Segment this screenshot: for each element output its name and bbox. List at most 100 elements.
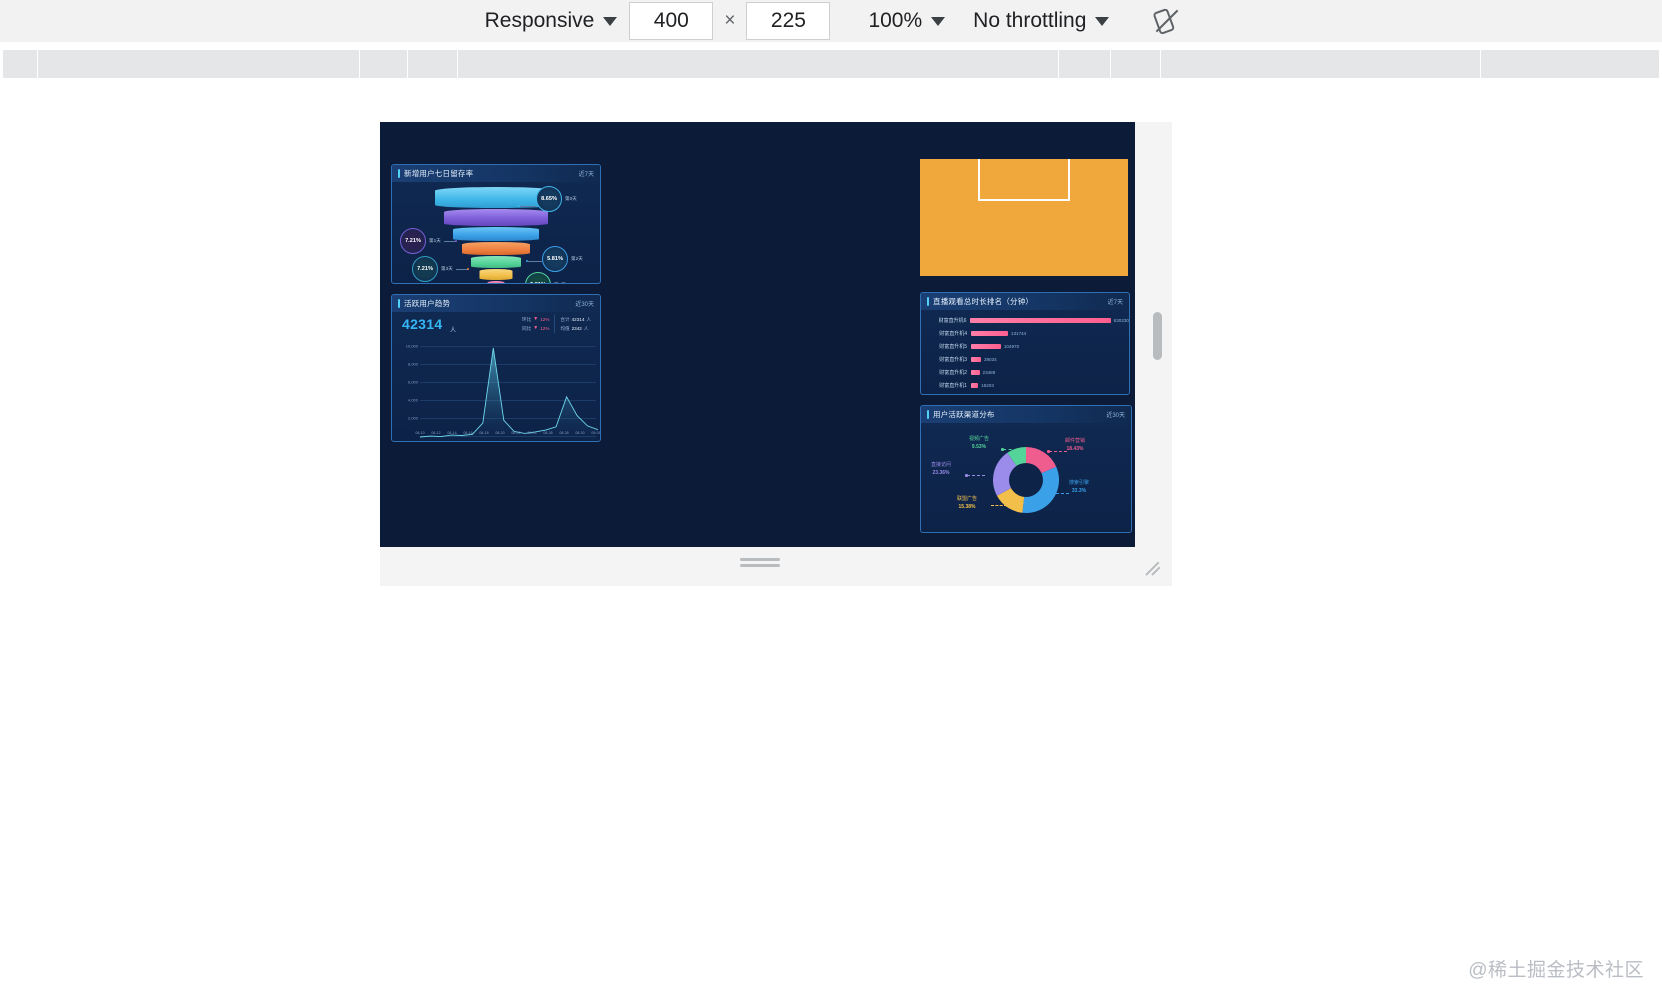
rank-row: 财富直升机1 18203 xyxy=(921,380,1129,391)
accent-bar-icon xyxy=(398,299,400,308)
throttling-select[interactable]: No throttling xyxy=(963,9,1119,33)
x-tick: 08-14 xyxy=(447,431,457,435)
ruler-tick xyxy=(1110,50,1111,78)
rank-row-bar xyxy=(971,357,981,362)
panel-new-user-retention: 新增用户七日留存率 近7天 8.65% 第0天 7.21% 第1天 5.81% … xyxy=(391,164,601,284)
viewport-height-value: 225 xyxy=(770,9,806,32)
funnel-badge: 8.65% xyxy=(536,186,562,212)
rotate-device-button[interactable] xyxy=(1147,3,1187,39)
ruler-edge xyxy=(0,50,3,78)
panel-title: 直播观看总时长排名（分钟） xyxy=(933,296,1034,306)
funnel-chart: 8.65% 第0天 7.21% 第1天 5.81% 第2天 7.21% 第3天 xyxy=(392,182,600,283)
viewport-height-input[interactable]: 225 xyxy=(746,2,831,40)
trend-stat-label: 合计 xyxy=(560,317,570,322)
donut-label: 视频广告 9.53% xyxy=(969,436,990,450)
rank-row: 财富直升机5 104970 xyxy=(921,341,1129,352)
funnel-badge-label: 第0天 xyxy=(565,196,577,201)
trend-stat-value: 2342 xyxy=(571,326,582,331)
trend-series-path xyxy=(420,347,598,440)
panel-header: 活跃用户趋势 近30天 xyxy=(392,295,600,312)
dashboard: 新增用户七日留存率 近7天 8.65% 第0天 7.21% 第1天 5.81% … xyxy=(380,122,1135,547)
rank-row: 财富直升机2 23489 xyxy=(921,367,1129,378)
vertical-scrollbar[interactable] xyxy=(1153,312,1162,360)
trend-line-chart: 10,000 8,000 6,000 4,000 2,000 08-10 08-… xyxy=(392,342,600,441)
panel-range-label: 近7天 xyxy=(578,172,594,178)
panel-live-watch-duration-rank: 直播观看总时长排名（分钟） 近7天 财富直升机6 630230 财富直升机4 1317… xyxy=(920,292,1130,395)
trend-stat-group-total: 合计 42314 人 均值 2342 人 xyxy=(554,315,596,333)
y-tick: 4,000 xyxy=(407,397,418,403)
donut-chart xyxy=(992,446,1060,514)
panel-title: 用户活跃渠道分布 xyxy=(933,409,995,419)
rank-row: 财富直升机6 630230 xyxy=(921,315,1129,326)
emulated-page: 新增用户七日留存率 近7天 8.65% 第0天 7.21% 第1天 5.81% … xyxy=(380,122,1135,547)
donut-label: 搜索引擎 33.3% xyxy=(1069,480,1090,494)
x-tick: 08-18 xyxy=(479,431,489,435)
panel-header: 直播观看总时长排名（分钟） 近7天 xyxy=(921,293,1129,310)
funnel-segment xyxy=(462,242,530,255)
trend-stat-label: 同比 xyxy=(522,326,532,331)
rank-row-name: 财富直升机1 xyxy=(939,383,967,389)
panel-range-label: 近30天 xyxy=(1106,413,1125,419)
page-ruler xyxy=(0,42,1662,86)
chevron-down-icon xyxy=(603,16,618,26)
viewport-width-input[interactable]: 400 xyxy=(629,2,714,40)
funnel-badge: 7.21% xyxy=(412,256,438,282)
funnel-badge-value: 5.81% xyxy=(530,282,546,283)
panel-header: 用户活跃渠道分布 近30天 xyxy=(921,406,1131,423)
trend-stat-row: 合计 42314 人 xyxy=(560,315,591,324)
accent-bar-icon xyxy=(927,410,929,419)
rank-row-value: 23489 xyxy=(982,370,996,375)
trend-stat-pct: 12% xyxy=(540,326,550,331)
trend-down-arrow-icon: ▼ xyxy=(533,316,539,322)
ruler-tick xyxy=(1160,50,1161,78)
funnel-badge-value: 7.21% xyxy=(417,266,433,272)
rank-row-name: 财富直升机5 xyxy=(939,344,967,350)
funnel-badge-label: 第3天 xyxy=(441,266,453,271)
panel-user-channel-distribution: 用户活跃渠道分布 近30天 视频广告 9.53% 邮件营销 18.43% 直接访… xyxy=(920,405,1132,533)
donut-label: 联盟广告 15.38% xyxy=(957,496,978,510)
chevron-down-icon xyxy=(931,16,946,26)
rotate-device-icon xyxy=(1153,8,1179,35)
trend-stat-unit: 人 xyxy=(586,317,591,322)
donut-label: 直接访问 23.36% xyxy=(931,462,952,476)
trend-down-arrow-icon: ▼ xyxy=(533,325,539,331)
funnel-badge-label: 第4天 xyxy=(554,282,566,283)
x-tick: 08-20 xyxy=(495,431,505,435)
throttling-label: No throttling xyxy=(973,9,1087,32)
panel-body: 42314 人 环比 ▼ 12% 同比 ▼ 12% 合计 42314 人 均值 … xyxy=(392,312,600,441)
funnel-segment xyxy=(453,227,539,241)
ruler-band xyxy=(0,50,1662,78)
trend-big-number: 42314 xyxy=(402,316,443,332)
ruler-tick xyxy=(37,50,38,78)
donut-label: 邮件营销 18.43% xyxy=(1065,438,1086,452)
rank-row-name: 财富直升机3 xyxy=(939,357,967,363)
viewport-resize-handle-bottom[interactable] xyxy=(740,558,780,568)
zoom-label: 100% xyxy=(868,9,923,32)
rank-row-name: 财富直升机6 xyxy=(938,318,967,324)
rank-row-value: 29034 xyxy=(983,357,997,362)
funnel-badge-value: 7.21% xyxy=(405,238,421,244)
x-tick: 08-10 xyxy=(415,431,425,435)
rank-row-bar xyxy=(971,383,979,388)
ruler-tick xyxy=(359,50,360,78)
donut-center-hole xyxy=(1009,462,1043,497)
x-tick: 08-26 xyxy=(543,431,553,435)
rank-row-value: 104970 xyxy=(1003,344,1020,349)
funnel-badge: 5.81% xyxy=(525,272,551,283)
rank-row: 财富直升机3 29034 xyxy=(921,354,1129,365)
funnel-badge-value: 8.65% xyxy=(541,196,557,202)
viewport-resize-handle-corner[interactable] xyxy=(1144,558,1166,580)
panel-body: 财富直升机6 630230 财富直升机4 131744 财富直升机5 104970 财富直升… xyxy=(921,310,1129,394)
device-preset-select[interactable]: Responsive xyxy=(475,9,628,33)
viewport-width-value: 400 xyxy=(653,9,689,32)
accent-bar-icon xyxy=(398,169,400,178)
x-tick: 09-01 xyxy=(591,431,601,435)
x-tick: 08-16 xyxy=(463,431,473,435)
y-tick: 2,000 xyxy=(407,415,418,421)
watermark: @稀土掘金技术社区 xyxy=(1468,960,1644,981)
panel-title: 活跃用户趋势 xyxy=(404,298,451,308)
orange-placeholder-block xyxy=(920,159,1128,276)
zoom-select[interactable]: 100% xyxy=(858,9,955,33)
trend-stat-value: 42314 xyxy=(571,317,585,322)
panel-range-label: 近7天 xyxy=(1107,300,1123,306)
